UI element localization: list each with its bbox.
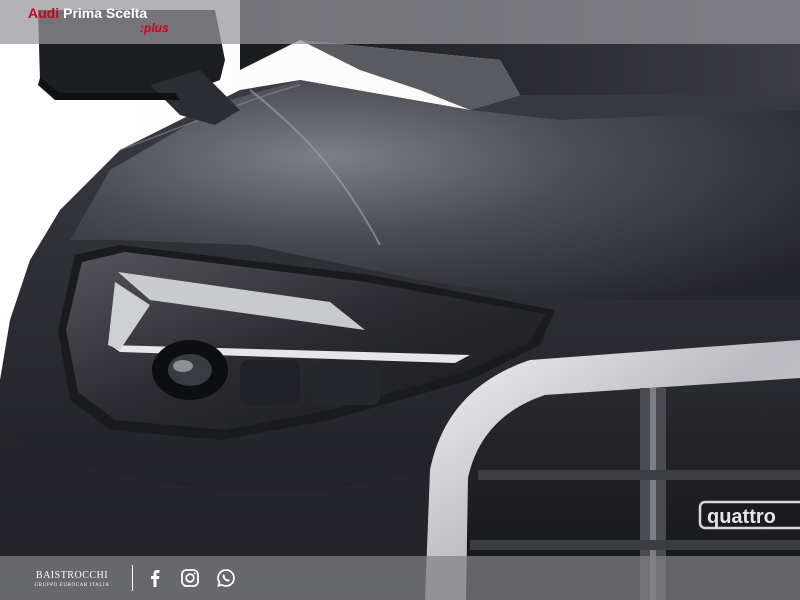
- facebook-icon[interactable]: [145, 568, 165, 588]
- brand-prima-scelta: Prima Scelta: [63, 5, 148, 21]
- bottom-bar: BAISTROCCHI GRUPPO EUROCAR ITALIA: [0, 556, 800, 600]
- dealer-subtitle: GRUPPO EUROCAR ITALIA: [34, 583, 110, 588]
- brand-audi: Audi: [28, 5, 60, 21]
- instagram-icon[interactable]: [180, 568, 200, 588]
- divider: [132, 565, 133, 591]
- whatsapp-icon[interactable]: [216, 568, 236, 588]
- brand-logo[interactable]: Audi Prima Scelta: [28, 5, 147, 21]
- top-bar: Audi Prima Scelta :plus: [0, 0, 800, 44]
- brand-plus: :plus: [140, 21, 169, 35]
- dealer-logo[interactable]: BAISTROCCHI GRUPPO EUROCAR ITALIA: [27, 570, 117, 588]
- car-photo: quattro: [0, 0, 800, 600]
- dealer-name: BAISTROCCHI: [35, 570, 109, 581]
- quattro-badge-text: quattro: [707, 506, 776, 528]
